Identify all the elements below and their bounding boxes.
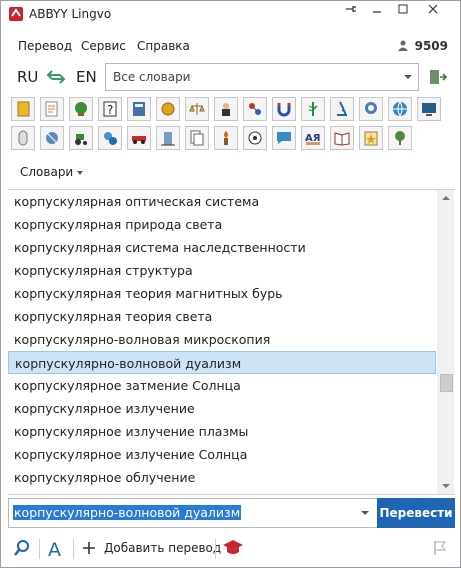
- dictionary-panel-icon[interactable]: [428, 67, 448, 87]
- list-item[interactable]: корпускулярная система наследственности: [8, 236, 436, 259]
- calculator-icon[interactable]: [127, 97, 151, 121]
- scales-icon[interactable]: [185, 97, 209, 121]
- divider: [215, 539, 216, 559]
- add-translation-button[interactable]: Добавить перевод: [104, 541, 221, 555]
- dictionary-icons-grid: ? AЯ: [11, 97, 451, 157]
- list-item[interactable]: корпускулярная теория магнитных бурь: [8, 282, 436, 305]
- svg-text:A: A: [48, 539, 61, 559]
- chat-icon[interactable]: [272, 126, 296, 150]
- person-icon[interactable]: [214, 97, 238, 121]
- scroll-down-icon[interactable]: [442, 484, 450, 488]
- star-book-icon[interactable]: [359, 126, 383, 150]
- dictionaries-button[interactable]: Словари: [20, 165, 84, 179]
- list-item[interactable]: корпускулярное излучение: [8, 397, 436, 420]
- target-language[interactable]: EN: [76, 68, 97, 86]
- query-input[interactable]: корпускулярно-волновой дуализм: [8, 498, 378, 528]
- list-item[interactable]: корпускулярное затмение Солнца: [8, 374, 436, 397]
- app-window: ABBYY Lingvo Перевод Сервис Справка 9509…: [0, 0, 461, 568]
- chevron-down-icon: [77, 170, 84, 175]
- pin-icon[interactable]: [338, 1, 364, 23]
- close-icon[interactable]: [420, 1, 446, 23]
- globe-plant-icon[interactable]: [69, 97, 93, 121]
- list-item-selected[interactable]: корпускулярно-волновой дуализм: [8, 351, 436, 374]
- language-bar: RU EN Все словари: [1, 61, 460, 93]
- car-icon[interactable]: [127, 126, 151, 150]
- open-book-icon[interactable]: [330, 126, 354, 150]
- head-icon[interactable]: [359, 97, 383, 121]
- user-count-icon: [398, 40, 408, 51]
- minimize-icon[interactable]: [364, 1, 390, 23]
- dictionaries-button-label: Словари: [20, 165, 74, 179]
- monitor-icon[interactable]: [417, 97, 441, 121]
- mouse-icon[interactable]: [11, 126, 35, 150]
- microscope-icon[interactable]: [330, 97, 354, 121]
- word-counter: 9509: [414, 39, 448, 53]
- yellow-book-icon[interactable]: [11, 97, 35, 121]
- documents-icon[interactable]: [185, 126, 209, 150]
- question-book-icon[interactable]: ?: [98, 97, 122, 121]
- plus-icon[interactable]: [81, 540, 97, 556]
- medicine-icon[interactable]: [301, 97, 325, 121]
- dictionary-select[interactable]: Все словари: [105, 63, 419, 91]
- tree-icon[interactable]: [388, 126, 412, 150]
- chevron-down-icon[interactable]: [361, 511, 369, 515]
- chevron-down-icon: [404, 75, 412, 79]
- satellite-icon[interactable]: [40, 126, 64, 150]
- window-title: ABBYY Lingvo: [29, 7, 112, 21]
- bottom-toolbar: A Добавить перевод: [1, 531, 460, 565]
- list-item[interactable]: корпускулярная теория света: [8, 305, 436, 328]
- results-scrollbar[interactable]: [437, 190, 454, 494]
- world-icon[interactable]: [388, 97, 412, 121]
- menu-service[interactable]: Сервис: [81, 39, 126, 53]
- list-item[interactable]: корпускулярное облучение: [8, 466, 436, 489]
- coin-icon[interactable]: [156, 97, 180, 121]
- menu-translate[interactable]: Перевод: [18, 39, 72, 53]
- list-item[interactable]: корпускулярная оптическая система: [8, 190, 436, 213]
- list-item[interactable]: корпускулярное излучение плазмы: [8, 420, 436, 443]
- notepad-icon[interactable]: [40, 97, 64, 121]
- svg-text:?: ?: [107, 103, 113, 117]
- scroll-up-icon[interactable]: [442, 196, 450, 200]
- divider: [39, 539, 40, 559]
- list-item[interactable]: корпускулярная структура: [8, 259, 436, 282]
- swap-languages-icon[interactable]: [47, 69, 65, 85]
- tractor-icon[interactable]: [69, 126, 93, 150]
- app-logo-icon: [9, 7, 23, 21]
- menu-help[interactable]: Справка: [137, 39, 190, 53]
- title-bar: ABBYY Lingvo: [1, 1, 460, 27]
- source-language[interactable]: RU: [17, 68, 38, 86]
- flag-icon[interactable]: [433, 540, 447, 556]
- football-icon[interactable]: [243, 126, 267, 150]
- search-icon[interactable]: [13, 539, 31, 557]
- list-item[interactable]: корпускулярно-волновая микроскопия: [8, 328, 436, 351]
- graduation-cap-icon[interactable]: [222, 539, 244, 557]
- font-size-icon[interactable]: A: [47, 539, 65, 559]
- query-text: корпускулярно-волновой дуализм: [13, 505, 242, 520]
- divider: [73, 539, 74, 559]
- building-icon[interactable]: [156, 126, 180, 150]
- list-item[interactable]: корпускулярное излучение Солнца: [8, 443, 436, 466]
- translate-button[interactable]: Перевести: [377, 498, 455, 528]
- menu-bar: Перевод Сервис Справка 9509: [1, 35, 460, 57]
- results-list[interactable]: корпускулярная оптическая система корпус…: [8, 189, 455, 495]
- dictionary-select-value: Все словари: [113, 70, 191, 84]
- magnet-icon[interactable]: [272, 97, 296, 121]
- scrollbar-thumb[interactable]: [440, 374, 453, 392]
- maximize-icon[interactable]: [390, 1, 416, 23]
- torch-icon[interactable]: [214, 126, 238, 150]
- list-item[interactable]: корпускулярная природа света: [8, 213, 436, 236]
- ab-dictionary-icon[interactable]: AЯ: [301, 126, 325, 150]
- query-row: корпускулярно-волновой дуализм Перевести: [8, 498, 455, 528]
- gears-icon[interactable]: [98, 126, 122, 150]
- molecule-icon[interactable]: [243, 97, 267, 121]
